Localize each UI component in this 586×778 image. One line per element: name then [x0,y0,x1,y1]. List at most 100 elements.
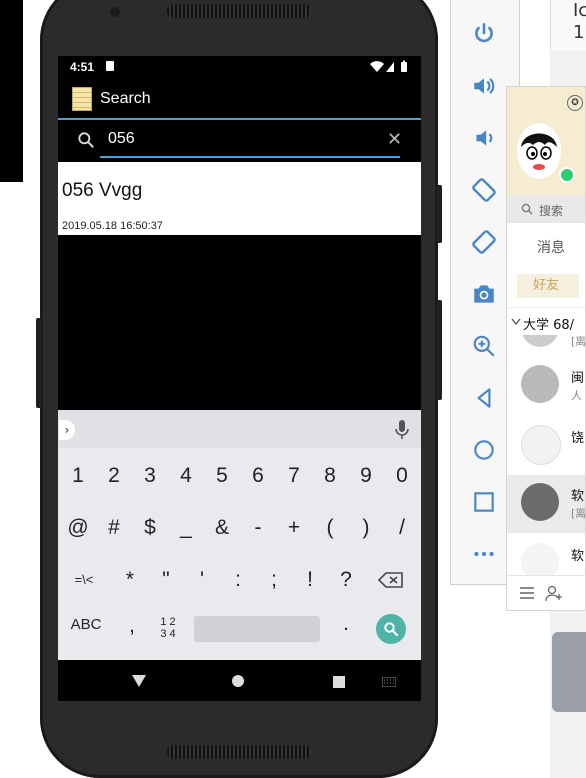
nav-overview-icon[interactable] [332,675,346,689]
volume-down-icon[interactable] [468,122,500,154]
key[interactable]: 4 [168,456,204,496]
key[interactable]: - [240,508,276,548]
key[interactable]: 7 [276,456,312,496]
qq-search-bar[interactable]: 搜索 [507,195,585,223]
friend-group-header[interactable]: 大学 68/ [507,307,585,336]
navigation-bar [58,660,421,701]
phone-power-button [436,185,442,243]
key[interactable]: & [204,508,240,548]
home-icon[interactable] [468,434,500,466]
search-input[interactable] [100,122,400,158]
key[interactable]: 9 [348,456,384,496]
key[interactable]: ; [256,560,292,600]
tab-messages[interactable]: 消息 [537,237,565,257]
key[interactable]: 2 [96,456,132,496]
list-item[interactable]: 056 Vvgg 2019.05.18 16:50:37 [58,162,421,235]
key[interactable]: # [96,508,132,548]
tab-friends[interactable]: 好友 [517,274,579,298]
online-status-dot [559,167,575,183]
key-numpad-bottom: 3 4 [160,628,176,640]
key[interactable]: * [112,560,148,600]
chevron-right-icon[interactable]: › [59,420,75,440]
more-icon[interactable] [468,538,500,570]
status-bar: 4:51 [58,56,421,78]
avatar [521,483,559,521]
sd-card-icon [106,61,114,71]
key[interactable]: 6 [240,456,276,496]
volume-up-icon[interactable] [468,70,500,102]
overview-icon[interactable] [468,486,500,518]
key[interactable]: / [384,508,420,548]
key[interactable]: 3 [132,456,168,496]
phone-volume-button [436,300,442,400]
key-abc[interactable]: ABC [68,605,104,645]
list-item[interactable]: 饶 [507,417,585,475]
rotate-right-icon[interactable] [468,226,500,258]
keyboard-switch-icon[interactable] [382,677,396,687]
key[interactable]: " [148,560,184,600]
camera-icon[interactable] [468,278,500,310]
zoom-in-icon[interactable] [468,330,500,362]
key[interactable]: 0 [384,456,420,496]
star-icon[interactable]: ✪ [567,95,583,111]
search-icon [384,622,399,637]
key-numpad-top: 1 2 [160,616,176,628]
qq-tab-bar: 消息 [507,223,585,266]
menu-icon[interactable] [519,586,535,600]
key[interactable]: _ [168,508,204,548]
list-item[interactable]: [离 [507,335,585,349]
key[interactable]: + [276,508,312,548]
avatar [521,425,561,465]
qq-search-placeholder: 搜索 [539,204,564,218]
key[interactable]: ' [184,560,220,600]
list-item[interactable]: 软 [离 [507,475,586,533]
speaker-grille-bottom [167,745,311,759]
list-item[interactable]: 闽 人 [507,357,585,415]
key[interactable]: ! [292,560,328,600]
app-bar: Search [58,78,421,120]
front-camera [110,7,120,17]
shield-icon [552,632,586,712]
key-numpad[interactable]: 1 2 3 4 [154,616,182,640]
key[interactable]: ) [348,508,384,548]
qq-panel: ✪ 搜索 消息 好友 大学 68/ [离 闽 人 饶 软 [离 软 [506,86,586,611]
nav-back-icon[interactable] [131,674,147,688]
search-key[interactable] [376,614,406,644]
keyboard-suggestion-strip: › [58,410,421,448]
back-icon[interactable] [468,382,500,414]
space-key[interactable] [194,616,320,642]
result-title: 056 Vvgg [62,180,143,201]
key[interactable]: ? [328,560,364,600]
backspace-icon[interactable] [378,572,404,588]
key-comma[interactable]: , [114,606,150,646]
close-icon[interactable]: ✕ [387,129,402,150]
rotate-left-icon[interactable] [468,174,500,206]
key[interactable]: @ [60,508,96,548]
background-black-strip [0,0,23,182]
search-bar: ✕ [58,120,421,162]
phone-side-button [36,318,42,408]
key[interactable]: ( [312,508,348,548]
qq-bottom-bar [507,575,585,610]
qq-header: ✪ [507,87,585,195]
chevron-down-icon [511,318,521,326]
key[interactable]: $ [132,508,168,548]
key-symbols-more[interactable]: =\< [66,560,102,600]
nav-home-icon[interactable] [231,674,245,688]
power-icon[interactable] [468,18,500,50]
key[interactable]: 8 [312,456,348,496]
microphone-icon[interactable] [394,419,410,441]
friend-group-label: 大学 68/ [523,318,575,333]
contact-status: [离 [571,507,586,520]
key-period[interactable]: . [328,604,364,644]
qq-subtab-bar: 好友 [507,265,585,305]
add-contact-icon[interactable] [545,584,563,602]
key[interactable]: 5 [204,456,240,496]
speaker-grille-top [167,4,311,18]
background-text-fragment: Ic [573,0,586,21]
status-time: 4:51 [70,60,95,74]
key[interactable]: : [220,560,256,600]
avatar[interactable] [517,123,561,179]
key[interactable]: 1 [60,456,96,496]
result-timestamp: 2019.05.18 16:50:37 [62,220,163,232]
